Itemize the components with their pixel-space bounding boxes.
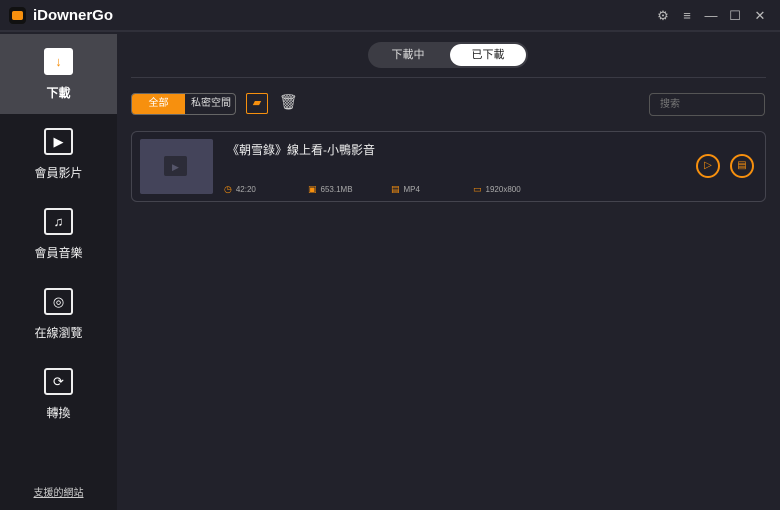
divider	[131, 77, 766, 78]
duration-value: 42:20	[235, 185, 256, 194]
search-input[interactable]	[649, 93, 765, 116]
size-value: 653.1MB	[320, 185, 353, 194]
sidebar-item-browser[interactable]: ◎ 在線瀏覽	[0, 274, 117, 354]
tab-downloaded[interactable]: 已下載	[450, 44, 526, 66]
minimize-icon[interactable]: —	[703, 8, 719, 23]
filter-private-button[interactable]: 私密空間	[185, 94, 235, 114]
sidebar-item-label: 會員音樂	[34, 246, 83, 260]
file-size: ▣ 653.1MB	[308, 184, 353, 195]
resolution-value: 1920x800	[485, 185, 521, 194]
open-folder-button[interactable]: ▤	[730, 154, 754, 178]
list-item[interactable]: ▶ 《朝雪錄》線上看-小鴨影音 ◷ 42:20 ▣ 653.1MB ▤ MP4 ▭ 19…	[131, 131, 766, 202]
play-button[interactable]: ▷	[696, 154, 720, 178]
tab-downloading[interactable]: 下載中	[370, 44, 446, 66]
settings-icon[interactable]: ⚙	[655, 8, 671, 24]
filter-toggle: 全部 私密空間	[131, 93, 236, 115]
sidebar-item-member-music[interactable]: ♫ 會員音樂	[0, 194, 117, 274]
sidebar-item-label: 轉換	[46, 406, 71, 420]
download-status-tabs: 下載中 已下載	[368, 42, 528, 68]
monitor-icon: ▭	[473, 184, 482, 194]
menu-icon[interactable]: ≡	[679, 8, 695, 23]
format: ▤ MP4	[391, 184, 420, 195]
video-thumbnail: ▶	[140, 139, 213, 194]
file-icon: ▤	[391, 184, 400, 194]
trash-icon[interactable]: 🗑	[279, 93, 298, 113]
sidebar-item-label: 在線瀏覽	[34, 326, 83, 340]
download-icon: ↓	[44, 48, 73, 75]
sidebar-item-label: 下載	[46, 86, 71, 100]
disk-icon: ▣	[308, 184, 317, 194]
title-bar: iDownerGo ⚙ ≡ — ☐ ✕	[0, 0, 780, 32]
video-title: 《朝雪錄》線上看-小鴨影音	[227, 143, 375, 157]
convert-icon: ⟳	[44, 368, 73, 395]
globe-icon: ◎	[44, 288, 73, 315]
private-folder-icon[interactable]: ▰	[246, 93, 268, 114]
duration: ◷ 42:20	[224, 184, 256, 195]
clapper-icon: ▶	[164, 156, 187, 176]
supported-sites-link[interactable]: 支援的網站	[0, 484, 117, 499]
sidebar-item-member-video[interactable]: ▶ 會員影片	[0, 114, 117, 194]
clock-icon: ◷	[224, 184, 232, 194]
play-icon: ▶	[44, 128, 73, 155]
sidebar-item-label: 會員影片	[34, 166, 83, 180]
filter-all-button[interactable]: 全部	[132, 94, 185, 114]
app-logo	[9, 7, 26, 24]
app-title: iDownerGo	[33, 7, 114, 24]
music-icon: ♫	[44, 208, 73, 235]
sidebar: ↓ 下載 ▶ 會員影片 ♫ 會員音樂 ◎ 在線瀏覽 ⟳ 轉換	[0, 34, 117, 510]
resolution: ▭ 1920x800	[473, 184, 521, 195]
format-value: MP4	[403, 185, 420, 194]
sidebar-item-download[interactable]: ↓ 下載	[0, 34, 117, 114]
close-icon[interactable]: ✕	[752, 8, 768, 24]
maximize-icon[interactable]: ☐	[727, 8, 743, 24]
sidebar-item-convert[interactable]: ⟳ 轉換	[0, 354, 117, 434]
